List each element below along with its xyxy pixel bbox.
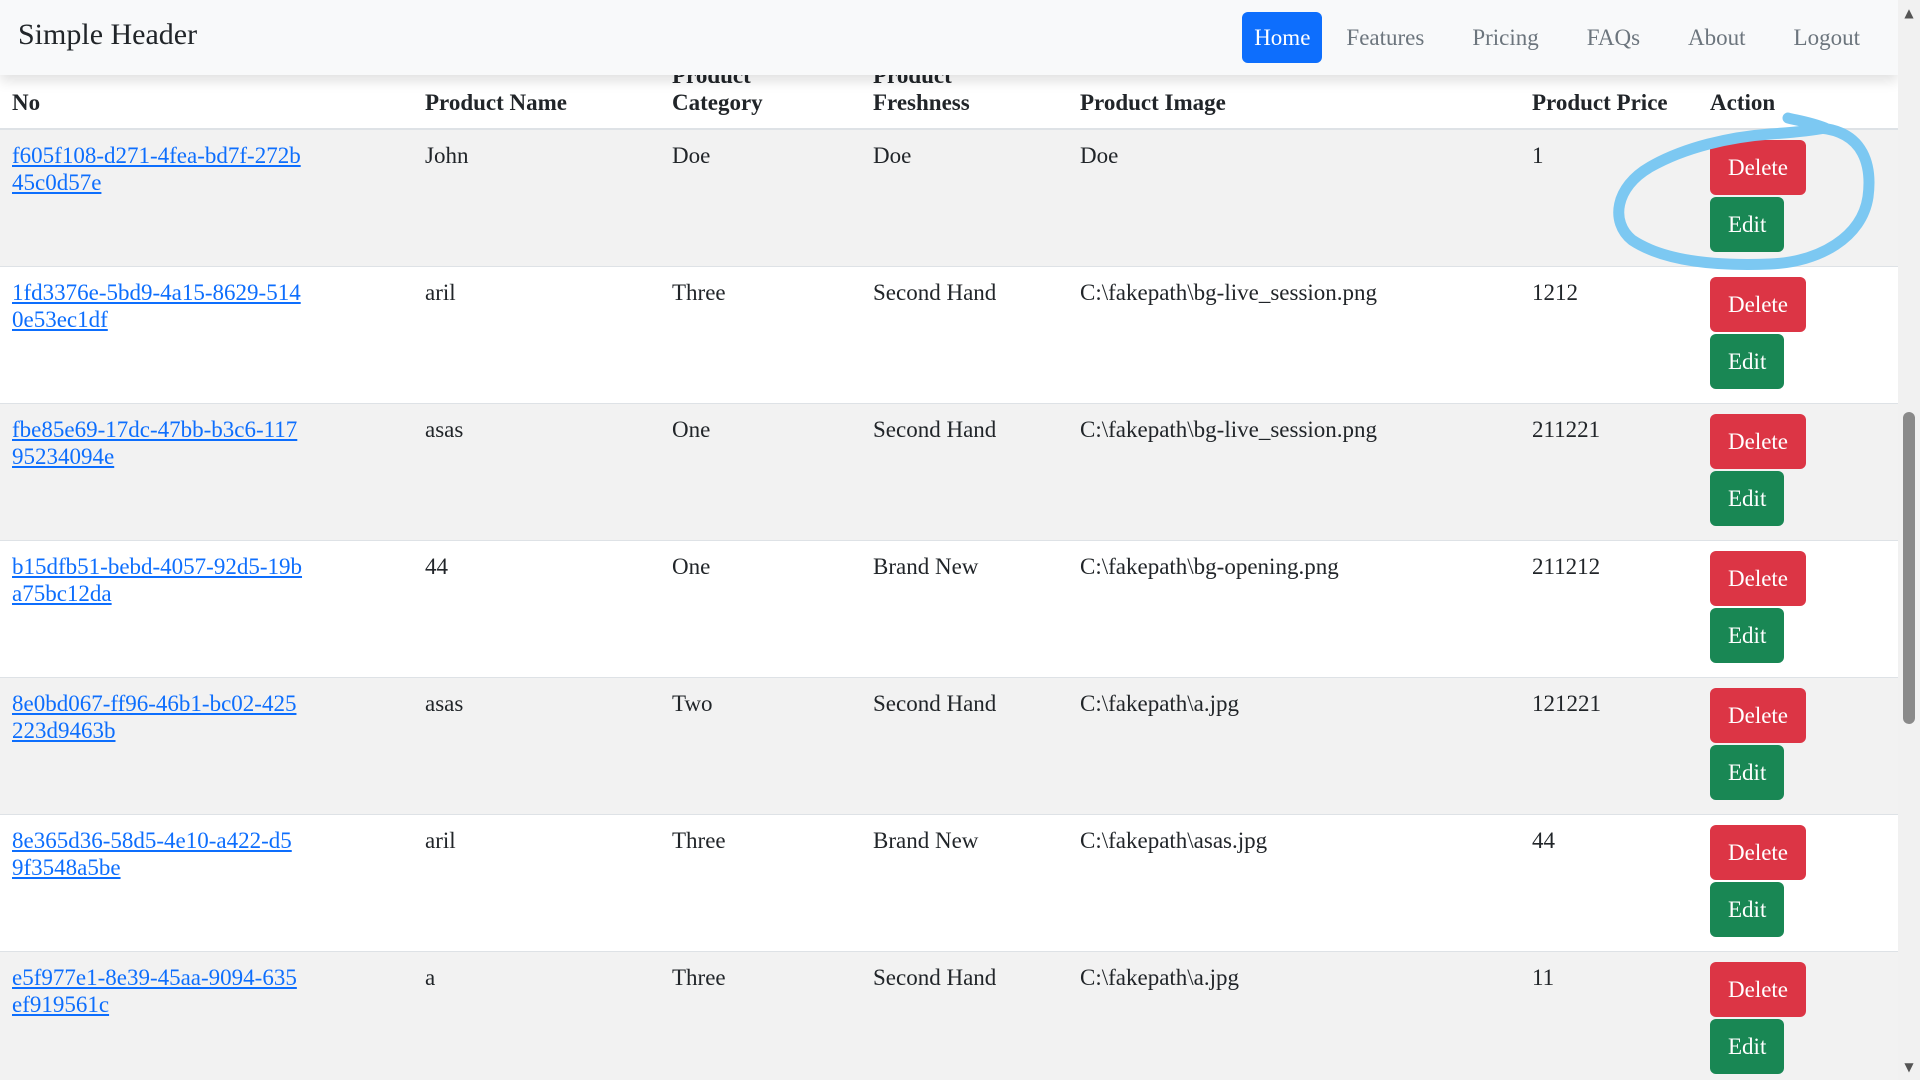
nav-link-logout[interactable]: Logout: [1770, 12, 1884, 63]
cell-product-category: Three: [660, 951, 861, 1080]
cell-product-category: One: [660, 403, 861, 541]
cell-product-category: Three: [660, 266, 861, 404]
cell-product-freshness: Brand New: [861, 540, 1068, 678]
cell-product-name: John: [413, 129, 660, 267]
cell-product-freshness: Brand New: [861, 814, 1068, 952]
cell-product-image: Doe: [1068, 129, 1520, 267]
product-id-link[interactable]: 8e365d36-58d5-4e10-a422-d59f3548a5be: [12, 827, 302, 881]
product-id-link[interactable]: f605f108-d271-4fea-bd7f-272b45c0d57e: [12, 142, 302, 196]
nav-link-features[interactable]: Features: [1322, 12, 1448, 63]
cell-product-freshness: Second Hand: [861, 266, 1068, 404]
product-id-link[interactable]: 8e0bd067-ff96-46b1-bc02-425223d9463b: [12, 690, 302, 744]
nav-link-about[interactable]: About: [1664, 12, 1770, 63]
edit-button[interactable]: Edit: [1710, 607, 1785, 663]
nav-link-pricing[interactable]: Pricing: [1448, 12, 1562, 63]
cell-product-price: 211221: [1520, 403, 1698, 541]
table-row: e5f977e1-8e39-45aa-9094-635ef919561c a Thr…: [0, 951, 1898, 1080]
delete-button[interactable]: Delete: [1710, 824, 1807, 880]
cell-actions: Delete Edit: [1698, 951, 1898, 1080]
delete-button[interactable]: Delete: [1710, 961, 1807, 1017]
cell-actions: Delete Edit: [1698, 540, 1898, 678]
cell-product-price: 211212: [1520, 540, 1698, 678]
products-table: No Product Name Product Category Product…: [0, 0, 1898, 1080]
cell-product-price: 1212: [1520, 266, 1698, 404]
table-row: 1fd3376e-5bd9-4a15-8629-5140e53ec1df aril…: [0, 266, 1898, 404]
cell-product-category: Three: [660, 814, 861, 952]
edit-button[interactable]: Edit: [1710, 744, 1785, 800]
product-id-link[interactable]: 1fd3376e-5bd9-4a15-8629-5140e53ec1df: [12, 279, 302, 333]
brand-title[interactable]: Simple Header: [18, 18, 197, 52]
cell-product-price: 1: [1520, 129, 1698, 267]
cell-product-freshness: Second Hand: [861, 403, 1068, 541]
top-navbar: Simple Header Home Features Pricing FAQs Abo…: [0, 0, 1898, 75]
cell-actions: Delete Edit: [1698, 266, 1898, 404]
cell-product-name: asas: [413, 403, 660, 541]
cell-product-id-link: 1fd3376e-5bd9-4a15-8629-5140e53ec1df: [0, 266, 413, 404]
table-row: fbe85e69-17dc-47bb-b3c6-11795234094e asas…: [0, 403, 1898, 541]
cell-product-image: C:\fakepath\asas.jpg: [1068, 814, 1520, 952]
delete-button[interactable]: Delete: [1710, 140, 1807, 195]
product-id-link[interactable]: fbe85e69-17dc-47bb-b3c6-11795234094e: [12, 416, 302, 470]
cell-product-freshness: Doe: [861, 129, 1068, 267]
delete-button[interactable]: Delete: [1710, 550, 1807, 606]
edit-button[interactable]: Edit: [1710, 1018, 1785, 1074]
delete-button[interactable]: Delete: [1710, 687, 1807, 743]
table-row: 8e365d36-58d5-4e10-a422-d59f3548a5be aril…: [0, 814, 1898, 952]
cell-product-id-link: b15dfb51-bebd-4057-92d5-19ba75bc12da: [0, 540, 413, 678]
cell-product-name: asas: [413, 677, 660, 815]
cell-actions: Delete Edit: [1698, 129, 1898, 267]
cell-product-image: C:\fakepath\a.jpg: [1068, 677, 1520, 815]
cell-actions: Delete Edit: [1698, 677, 1898, 815]
table-row: b15dfb51-bebd-4057-92d5-19ba75bc12da 44 On…: [0, 540, 1898, 678]
cell-product-id-link: 8e365d36-58d5-4e10-a422-d59f3548a5be: [0, 814, 413, 952]
cell-product-image: C:\fakepath\bg-live_session.png: [1068, 266, 1520, 404]
cell-product-id-link: 8e0bd067-ff96-46b1-bc02-425223d9463b: [0, 677, 413, 815]
edit-button[interactable]: Edit: [1710, 197, 1785, 252]
cell-product-image: C:\fakepath\bg-live_session.png: [1068, 403, 1520, 541]
nav-link-home[interactable]: Home: [1242, 12, 1323, 63]
scrollbar-thumb[interactable]: [1903, 412, 1915, 724]
table-row: 8e0bd067-ff96-46b1-bc02-425223d9463b asas…: [0, 677, 1898, 815]
delete-button[interactable]: Delete: [1710, 413, 1807, 469]
cell-product-category: One: [660, 540, 861, 678]
cell-product-name: aril: [413, 814, 660, 952]
cell-product-image: C:\fakepath\bg-opening.png: [1068, 540, 1520, 678]
cell-product-id-link: fbe85e69-17dc-47bb-b3c6-11795234094e: [0, 403, 413, 541]
delete-button[interactable]: Delete: [1710, 276, 1807, 332]
cell-product-id-link: f605f108-d271-4fea-bd7f-272b45c0d57e: [0, 129, 413, 267]
cell-product-name: a: [413, 951, 660, 1080]
edit-button[interactable]: Edit: [1710, 333, 1785, 389]
table-body: f605f108-d271-4fea-bd7f-272b45c0d57e John…: [0, 129, 1898, 1080]
scroll-up-arrow-icon[interactable]: ▲: [1898, 2, 1920, 24]
cell-actions: Delete Edit: [1698, 403, 1898, 541]
edit-button[interactable]: Edit: [1710, 470, 1785, 526]
table-row: f605f108-d271-4fea-bd7f-272b45c0d57e John…: [0, 129, 1898, 267]
nav-link-faqs[interactable]: FAQs: [1563, 12, 1664, 63]
cell-product-price: 121221: [1520, 677, 1698, 815]
page-content: No Product Name Product Category Product…: [0, 0, 1898, 1080]
product-id-link[interactable]: e5f977e1-8e39-45aa-9094-635ef919561c: [12, 964, 302, 1018]
cell-product-freshness: Second Hand: [861, 677, 1068, 815]
cell-product-name: 44: [413, 540, 660, 678]
cell-product-price: 11: [1520, 951, 1698, 1080]
cell-actions: Delete Edit: [1698, 814, 1898, 952]
cell-product-name: aril: [413, 266, 660, 404]
nav-links: Home Features Pricing FAQs About Logout: [1242, 12, 1884, 63]
cell-product-price: 44: [1520, 814, 1698, 952]
edit-button[interactable]: Edit: [1710, 881, 1785, 937]
cell-product-category: Doe: [660, 129, 861, 267]
product-id-link[interactable]: b15dfb51-bebd-4057-92d5-19ba75bc12da: [12, 553, 302, 607]
products-table-wrapper: No Product Name Product Category Product…: [0, 0, 1898, 1080]
cell-product-freshness: Second Hand: [861, 951, 1068, 1080]
scroll-down-arrow-icon[interactable]: ▼: [1898, 1056, 1920, 1078]
vertical-scrollbar[interactable]: ▲ ▼: [1898, 0, 1920, 1080]
cell-product-category: Two: [660, 677, 861, 815]
cell-product-id-link: e5f977e1-8e39-45aa-9094-635ef919561c: [0, 951, 413, 1080]
browser-viewport: No Product Name Product Category Product…: [0, 0, 1920, 1080]
cell-product-image: C:\fakepath\a.jpg: [1068, 951, 1520, 1080]
